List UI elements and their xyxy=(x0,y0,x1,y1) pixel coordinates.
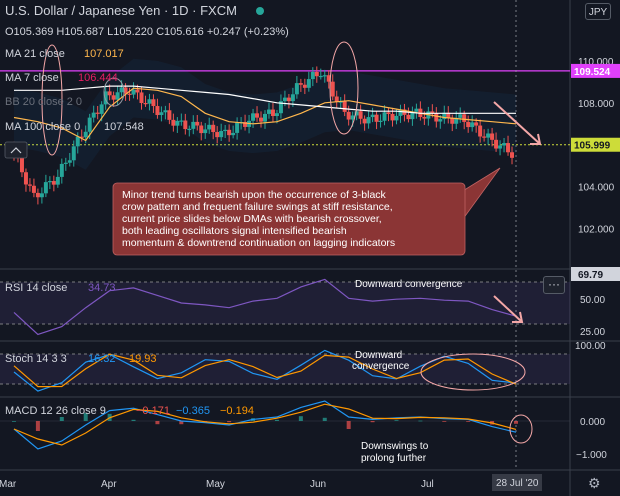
ma100-label: MA 100 close 0 xyxy=(5,121,80,133)
macd-line-value: −0.365 xyxy=(176,405,210,417)
candle xyxy=(59,158,64,184)
macd-histogram-bar xyxy=(131,419,136,421)
stoch-d-value: 19.93 xyxy=(129,353,157,365)
time-label-jun: Jun xyxy=(310,479,326,490)
chart-title: U.S. Dollar / Japanese Yen · 1D · FXCM xyxy=(5,3,237,18)
time-label-mar: Mar xyxy=(0,479,17,490)
resistance-tag: 109.524 xyxy=(571,63,620,78)
macd-histogram-bar xyxy=(346,421,351,429)
currency-badge[interactable]: JPY xyxy=(585,3,611,20)
callout-line-4: both leading oscillators signal intensif… xyxy=(122,225,347,237)
bb-label: BB 20 close 2 0 xyxy=(5,96,82,108)
ma21-label: MA 21 close xyxy=(5,48,65,60)
rsi-tick-25: 25.00 xyxy=(580,327,605,338)
macd-histogram-bar xyxy=(274,419,279,421)
stoch-annotation-line-1: Downward xyxy=(355,350,402,361)
price-tick: 108.000 xyxy=(578,99,615,110)
time-cursor-label: 28 Jul '20 xyxy=(496,478,539,489)
callout-line-2: crow pattern and frequent failure swings… xyxy=(122,201,393,213)
candle xyxy=(23,168,28,192)
macd-annotation-line-2: prolong further xyxy=(361,453,427,464)
macd-label: MACD 12 26 close 9 xyxy=(5,405,106,417)
macd-tick-minus1: −1.000 xyxy=(576,450,607,461)
chart-stage: { "header": { "title": "U.S. Dollar / Ja… xyxy=(0,0,620,496)
stoch-tick-100: 100.00 xyxy=(575,341,606,352)
macd-histogram-bar xyxy=(298,416,303,421)
svg-text:105.999: 105.999 xyxy=(574,141,611,152)
macd-histogram-bar xyxy=(35,421,40,431)
ma7-value: 106.444 xyxy=(78,72,118,84)
macd-histogram-bar xyxy=(442,421,447,422)
macd-histogram-bar xyxy=(59,417,64,421)
macd-histogram-bar xyxy=(322,417,327,421)
chart-svg: Minor trend turns bearish upon the occur… xyxy=(0,0,620,496)
rsi-band xyxy=(0,282,570,324)
stoch-k-value: 16.32 xyxy=(88,353,116,365)
gear-icon[interactable]: ⚙ xyxy=(588,475,601,492)
macd-histogram-bar xyxy=(466,421,471,422)
macd-signal-value: −0.194 xyxy=(220,405,254,417)
stoch-label: Stoch 14 3 3 xyxy=(5,353,67,365)
macd-tick-0: 0.000 xyxy=(580,417,605,428)
macd-histogram-bar xyxy=(514,421,518,424)
candle xyxy=(39,187,44,204)
callout-line-3: current price slides below DMAs with bea… xyxy=(122,213,382,225)
ma100-value: 107.548 xyxy=(104,121,144,133)
macd-histogram-bar xyxy=(227,421,232,423)
ma7-label: MA 7 close xyxy=(5,72,59,84)
collapse-legend-button[interactable] xyxy=(4,141,28,159)
rsi-label: RSI 14 close xyxy=(5,282,67,294)
macd-hist-value: −0.171 xyxy=(136,405,170,417)
rsi-value: 34.73 xyxy=(88,282,116,294)
ohlc-readout: O105.369 H105.687 L105.220 C105.616 +0.2… xyxy=(5,26,289,38)
time-label-may: May xyxy=(206,479,225,490)
candle xyxy=(47,176,52,190)
candle xyxy=(43,174,48,198)
macd-histogram-bar xyxy=(394,420,399,421)
macd-annotation-line-1: Downswings to xyxy=(361,441,429,452)
candle xyxy=(27,178,32,192)
callout-line-1: Minor trend turns bearish upon the occur… xyxy=(122,189,387,201)
rsi-annotation: Downward convergence xyxy=(355,279,463,290)
macd-histogram-bar xyxy=(155,421,160,425)
ma21-value: 107.017 xyxy=(84,48,124,60)
candle xyxy=(55,169,60,188)
stoch-annotation-line-2: convergence xyxy=(352,361,410,372)
price-tick: 102.000 xyxy=(578,224,615,235)
callout-line-5: momentum & downtrend continuation on lag… xyxy=(122,237,395,249)
macd-histogram-bar xyxy=(12,421,16,422)
macd-histogram-bar xyxy=(418,420,423,422)
rsi-tick-50: 50.00 xyxy=(580,295,605,306)
candle xyxy=(31,178,36,198)
rsi-tag-text: 69.79 xyxy=(578,270,603,281)
time-label-jul: Jul xyxy=(421,479,434,490)
candle xyxy=(51,175,56,192)
macd-histogram-bar xyxy=(370,421,375,423)
last-price-tag: 105.999 xyxy=(571,137,620,152)
candle xyxy=(35,188,40,205)
svg-text:109.524: 109.524 xyxy=(574,67,611,78)
market-status-icon xyxy=(256,7,264,15)
price-tick: 104.000 xyxy=(578,183,615,194)
time-label-apr: Apr xyxy=(101,479,117,490)
more-options-button[interactable]: ··· xyxy=(543,276,565,294)
